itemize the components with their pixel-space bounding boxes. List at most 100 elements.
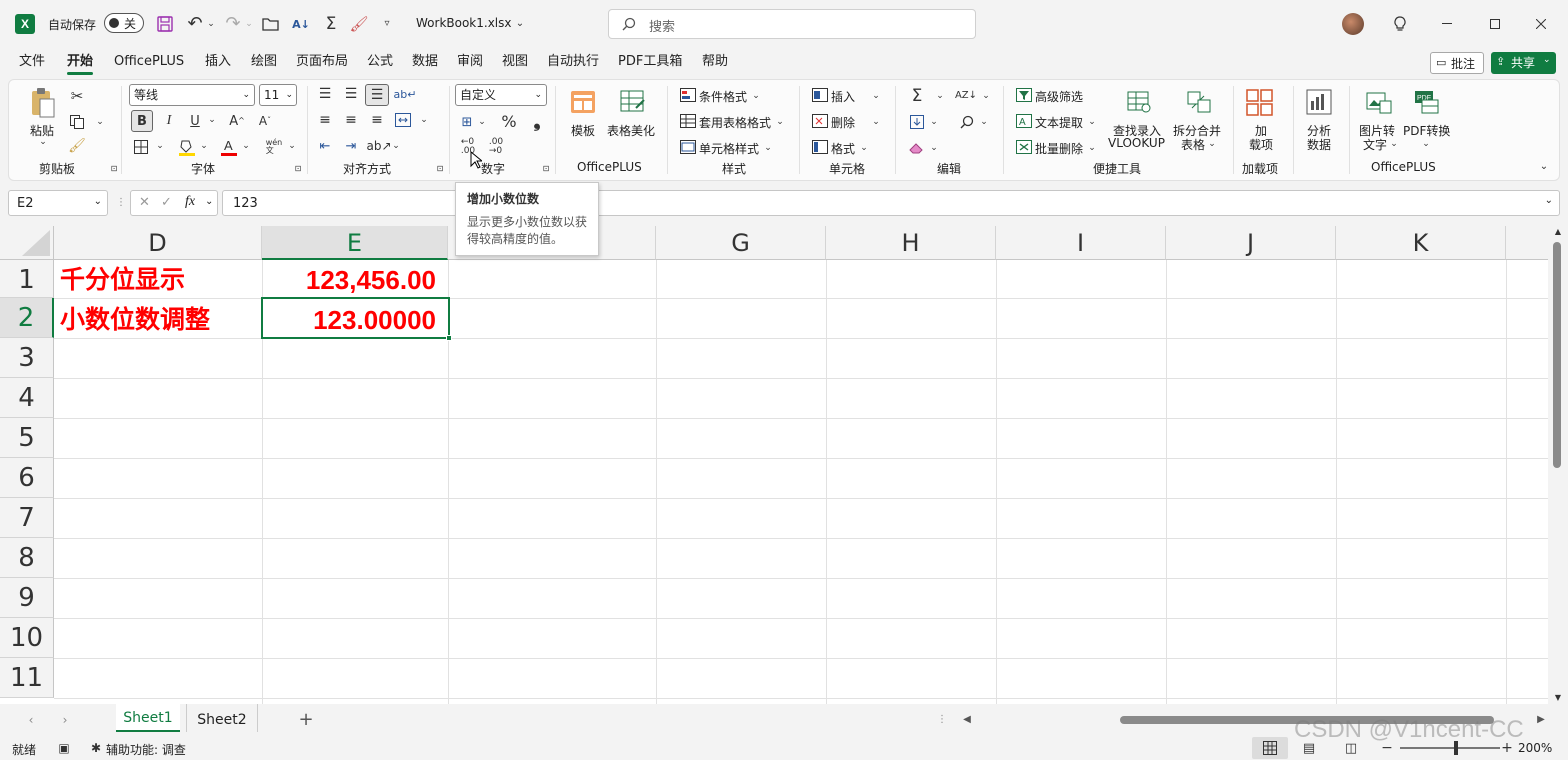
formula-input[interactable]: 123 ⌄	[222, 190, 1560, 216]
phonetic-dropdown-icon[interactable]: ⌄	[287, 140, 297, 152]
delete-cells-icon[interactable]	[811, 112, 829, 130]
worksheet-grid[interactable]: D E F G H I J K 1 2 3 4 5 6 7 8 9 10 11 …	[0, 226, 1548, 704]
accessibility-icon[interactable]: ✱	[88, 740, 104, 756]
bold-button[interactable]: B	[131, 110, 153, 132]
align-middle-icon[interactable]: ☰	[341, 84, 361, 104]
image-to-text-icon[interactable]	[1365, 88, 1393, 116]
undo-dropdown-icon[interactable]: ⌄	[206, 16, 216, 32]
row-header-6[interactable]: 6	[0, 458, 54, 498]
fill-color-icon[interactable]	[177, 136, 197, 158]
delete-cells-label[interactable]: 删除	[831, 114, 855, 131]
align-left-icon[interactable]: ≡	[315, 110, 335, 130]
insert-function-icon[interactable]: fx	[185, 194, 195, 210]
split-merge-dropdown-icon[interactable]: ⌄	[1207, 138, 1217, 150]
sum-icon[interactable]: Σ	[320, 14, 342, 34]
row-header-4[interactable]: 4	[0, 378, 54, 418]
copy-dropdown-icon[interactable]: ⌄	[95, 116, 105, 128]
increase-font-icon[interactable]: A ^	[227, 110, 247, 132]
zoom-slider[interactable]	[1400, 741, 1500, 755]
scroll-left-icon[interactable]: ◀	[960, 712, 974, 728]
increase-indent-icon[interactable]: ⇥	[341, 136, 361, 156]
avatar[interactable]	[1342, 13, 1364, 35]
text-extract-icon[interactable]: A	[1015, 112, 1033, 130]
row-header-7[interactable]: 7	[0, 498, 54, 538]
text-extract-dropdown-icon[interactable]: ⌄	[1087, 116, 1097, 128]
insert-cells-label[interactable]: 插入	[831, 88, 855, 105]
split-merge-label-2[interactable]: 表格	[1181, 136, 1205, 153]
accounting-dropdown-icon[interactable]: ⌄	[477, 116, 487, 128]
open-folder-icon[interactable]	[260, 14, 282, 34]
sort-filter-icon[interactable]: AZ↓	[955, 86, 977, 106]
vertical-scrollbar[interactable]: ▲ ▼	[1548, 226, 1568, 704]
comments-button[interactable]: ▭ 批注	[1430, 52, 1484, 74]
image-to-text-dropdown-icon[interactable]: ⌄	[1389, 138, 1399, 150]
fill-color-dropdown-icon[interactable]: ⌄	[199, 140, 209, 152]
column-header-g[interactable]: G	[656, 226, 826, 260]
tab-pdf-tools[interactable]: PDF工具箱	[618, 48, 682, 78]
tab-review[interactable]: 审阅	[457, 48, 483, 78]
fill-dropdown-icon[interactable]: ⌄	[929, 116, 939, 128]
expand-formula-icon[interactable]: ⌄	[1545, 195, 1553, 206]
number-launcher-icon[interactable]: ⊡	[541, 164, 551, 174]
tab-insert[interactable]: 插入	[205, 48, 231, 78]
column-header-k[interactable]: K	[1336, 226, 1506, 260]
minimize-icon[interactable]	[1436, 14, 1458, 34]
tab-home[interactable]: 开始	[67, 48, 94, 78]
align-center-icon[interactable]: ≡	[341, 110, 361, 130]
fill-handle[interactable]	[446, 335, 452, 341]
batch-delete-icon[interactable]	[1015, 138, 1033, 156]
decrease-indent-icon[interactable]: ⇤	[315, 136, 335, 156]
insert-cells-icon[interactable]	[811, 86, 829, 104]
save-icon[interactable]	[154, 14, 176, 34]
clipboard-launcher-icon[interactable]: ⊡	[109, 164, 119, 174]
font-color-icon[interactable]: A	[219, 136, 239, 158]
underline-dropdown-icon[interactable]: ⌄	[207, 114, 217, 126]
addins-label-2[interactable]: 载项	[1249, 136, 1273, 153]
tab-file[interactable]: 文件	[19, 48, 45, 78]
filename-chevron-icon[interactable]: ⌄	[514, 16, 526, 32]
orientation-icon[interactable]: ab↗	[366, 136, 391, 156]
font-color-dropdown-icon[interactable]: ⌄	[241, 140, 251, 152]
row-header-10[interactable]: 10	[0, 618, 54, 658]
tab-officeplus[interactable]: OfficePLUS	[114, 48, 184, 78]
row-header-11[interactable]: 11	[0, 658, 54, 698]
template-icon[interactable]	[569, 88, 597, 116]
pdf-convert-dropdown-icon[interactable]: ⌄	[1421, 138, 1431, 150]
scroll-right-icon[interactable]: ▶	[1534, 712, 1548, 728]
redo-icon[interactable]: ↷	[222, 14, 244, 34]
batch-delete-label[interactable]: 批量删除	[1035, 140, 1083, 157]
column-header-d[interactable]: D	[54, 226, 262, 260]
underline-button[interactable]: U	[185, 110, 205, 132]
image-to-text-label-2[interactable]: 文字	[1363, 136, 1387, 153]
format-as-table-icon[interactable]	[679, 112, 697, 130]
redo-dropdown-icon[interactable]: ⌄	[244, 16, 254, 32]
column-header-j[interactable]: J	[1166, 226, 1336, 260]
analyze-data-icon[interactable]	[1305, 88, 1333, 116]
number-format-select[interactable]: 自定义 ⌄	[455, 84, 547, 106]
tab-draw[interactable]: 绘图	[251, 48, 277, 78]
collapse-ribbon-icon[interactable]: ⌄	[1537, 160, 1551, 174]
conditional-format-dropdown-icon[interactable]: ⌄	[751, 90, 761, 102]
table-beautify-label[interactable]: 表格美化	[607, 122, 655, 139]
tab-page-layout[interactable]: 页面布局	[296, 48, 348, 78]
row-header-2[interactable]: 2	[0, 298, 54, 338]
align-top-icon[interactable]: ☰	[315, 84, 335, 104]
cancel-icon[interactable]: ✕	[139, 195, 150, 210]
column-header-e[interactable]: E	[262, 226, 448, 260]
conditional-format-label[interactable]: 条件格式	[699, 88, 747, 105]
template-label[interactable]: 模板	[571, 122, 595, 139]
tab-view[interactable]: 视图	[502, 48, 528, 78]
format-painter-icon[interactable]: 🖌	[67, 136, 87, 156]
format-cells-icon[interactable]	[811, 138, 829, 156]
vertical-scroll-thumb[interactable]	[1553, 242, 1561, 468]
macro-record-icon[interactable]: ▣	[56, 740, 72, 756]
lookup-entry-label-2[interactable]: VLOOKUP	[1108, 136, 1165, 150]
cell-styles-dropdown-icon[interactable]: ⌄	[763, 142, 773, 154]
maximize-icon[interactable]	[1484, 14, 1506, 34]
text-extract-label[interactable]: 文本提取	[1035, 114, 1083, 131]
lightbulb-icon[interactable]	[1390, 14, 1410, 34]
fill-icon[interactable]	[907, 112, 927, 132]
format-cells-label[interactable]: 格式	[831, 140, 855, 157]
decrease-decimal-icon[interactable]: .00 →0	[485, 138, 507, 156]
addins-icon[interactable]	[1245, 88, 1275, 118]
